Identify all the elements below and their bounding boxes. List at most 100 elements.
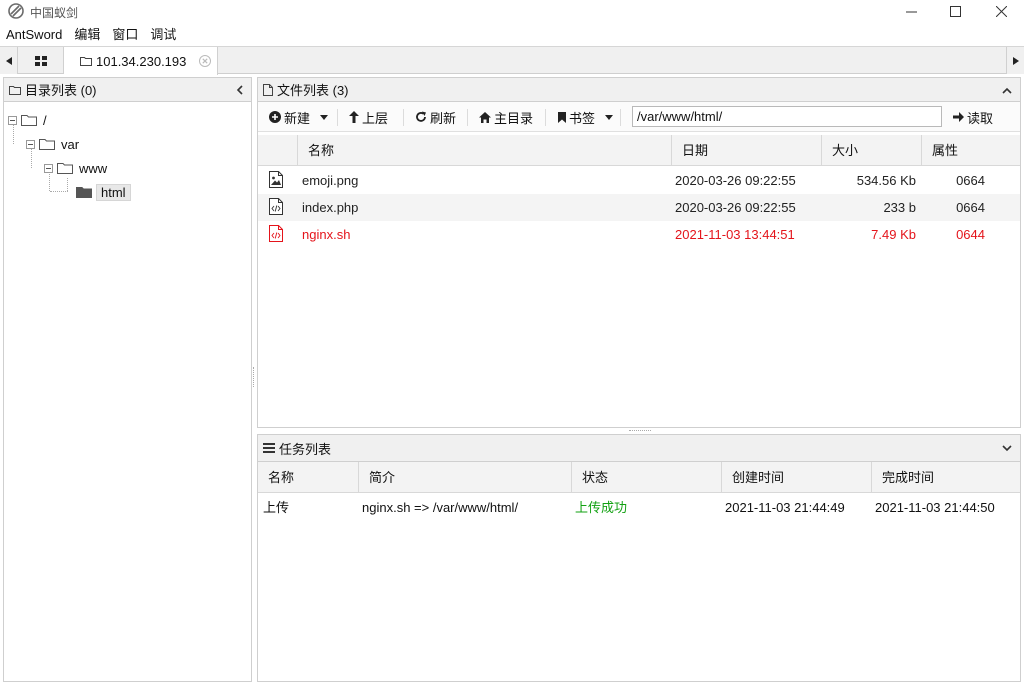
tab-close-icon[interactable] [199,55,211,67]
task-panel-header: 任务列表 [258,435,1020,462]
tab-home-grid[interactable] [18,47,64,74]
home-dir-button[interactable]: 主目录 [479,102,533,132]
menu-window[interactable]: 窗口 [106,24,144,46]
toolbar-separator [337,109,338,126]
file-row[interactable]: emoji.png 2020-03-26 09:22:55 534.56 Kb … [258,167,1020,194]
tree-connector [50,191,68,192]
minimize-button[interactable] [888,0,934,22]
file-panel-title: 文件列表 (3) [277,83,349,98]
title-bar: 中国蚁剑 [0,0,1024,24]
close-icon [995,5,1007,17]
task-finished-time: 2021-11-03 21:44:50 [875,500,995,515]
tab-scroll-left-button[interactable] [0,47,18,74]
path-input[interactable] [632,106,942,127]
tree-connector [67,178,68,191]
column-header-created[interactable]: 创建时间 [721,462,871,493]
column-header-date[interactable]: 日期 [671,135,821,166]
menu-edit[interactable]: 编辑 [68,24,106,46]
splitter-grip [629,430,651,432]
splitter-grip [253,367,255,387]
file-perm: 0664 [956,173,985,188]
column-header-name[interactable]: 名称 [297,135,671,166]
code-file-icon [269,225,283,242]
caret-left-icon [5,56,12,65]
toolbar-separator [545,109,546,126]
tab-label: 101.34.230.193 [96,53,187,69]
directory-tree: / var www html [4,102,251,672]
collapse-up-icon[interactable] [1002,87,1012,94]
column-header-attr[interactable]: 属性 [921,135,1020,166]
task-list-panel: 任务列表 名称 简介 状态 创建时间 完成时间 上传 nginx.sh => /… [257,434,1021,682]
column-header-finished[interactable]: 完成时间 [871,462,1020,493]
file-toolbar: 新建 上层 刷新 主目录 书签 读取 [258,102,1020,132]
new-button[interactable]: 新建 [269,102,329,132]
tree-collapse-toggle[interactable] [44,163,53,173]
menu-debug[interactable]: 调试 [144,24,182,46]
folder-icon [80,57,92,66]
close-window-button[interactable] [978,0,1024,22]
file-list-panel: 文件列表 (3) 新建 上层 刷新 主目录 书签 /var/www/html/ … [257,77,1021,428]
tree-node-label: / [43,112,47,128]
column-header-task-name[interactable]: 名称 [258,462,358,493]
tree-collapse-toggle[interactable] [26,139,35,149]
file-row[interactable]: index.php 2020-03-26 09:22:55 233 b 0664 [258,194,1020,221]
task-row[interactable]: 上传 nginx.sh => /var/www/html/ 上传成功 2021-… [258,494,1020,521]
up-level-button[interactable]: 上层 [349,102,388,132]
tree-node-www[interactable]: www [44,158,107,178]
folder-open-icon [57,163,73,174]
toolbar-separator [620,109,621,126]
file-name: emoji.png [302,173,359,188]
maximize-button[interactable] [932,0,978,22]
file-date: 2020-03-26 09:22:55 [675,200,796,215]
directory-panel-header: 目录列表 (0) [4,78,251,102]
tree-node-root[interactable]: / [8,110,47,130]
tree-node-label: var [61,136,80,152]
file-size: 233 b [883,200,916,215]
bookmark-icon [558,111,566,123]
home-dir-label: 主目录 [494,110,534,126]
column-header-status[interactable]: 状态 [571,462,721,493]
bookmark-button[interactable]: 书签 [558,102,614,132]
refresh-button[interactable]: 刷新 [415,102,456,132]
file-name: index.php [302,200,359,215]
menu-bar: AntSword 编辑 窗口 调试 [0,24,1024,46]
task-created-time: 2021-11-03 21:44:49 [725,500,845,515]
up-level-label: 上层 [362,110,389,126]
tab-shell-session[interactable]: 101.34.230.193 [64,47,218,75]
column-header-description[interactable]: 简介 [358,462,571,493]
read-path-label: 读取 [967,110,994,126]
refresh-label: 刷新 [430,110,457,126]
folder-open-icon [39,139,55,150]
read-path-button[interactable]: 读取 [953,102,993,132]
task-grid-header: 名称 简介 状态 创建时间 完成时间 [258,462,1020,493]
folder-filled-icon [76,187,92,198]
collapse-down-icon[interactable] [1002,445,1012,452]
file-icon [263,83,273,96]
file-row[interactable]: nginx.sh 2021-11-03 13:44:51 7.49 Kb 064… [258,221,1020,248]
task-list-icon [263,443,275,453]
column-header-size[interactable]: 大小 [821,135,921,166]
home-icon [479,111,491,123]
tree-node-label: html [96,183,131,201]
tree-collapse-toggle[interactable] [8,115,17,125]
caret-down-icon [320,114,329,120]
file-perm: 0664 [956,200,985,215]
menu-antsword[interactable]: AntSword [0,24,68,46]
collapse-left-icon[interactable] [236,85,243,95]
tree-node-var[interactable]: var [26,134,79,154]
arrow-up-icon [349,111,359,123]
file-perm: 0644 [956,227,985,242]
grid-icon [34,55,47,66]
file-grid-header: 名称 日期 大小 属性 [258,135,1020,166]
directory-panel: 目录列表 (0) / var www html [3,77,252,682]
plus-circle-icon [269,111,281,123]
tab-scroll-right-button[interactable] [1006,47,1024,74]
file-size: 7.49 Kb [871,227,916,242]
toolbar-separator [467,109,468,126]
task-description: nginx.sh => /var/www/html/ [362,500,519,515]
maximize-icon [949,5,961,17]
antsword-logo-icon [8,3,24,19]
toolbar-separator [403,109,404,126]
caret-down-icon [605,114,614,120]
tree-node-html[interactable]: html [76,182,131,202]
